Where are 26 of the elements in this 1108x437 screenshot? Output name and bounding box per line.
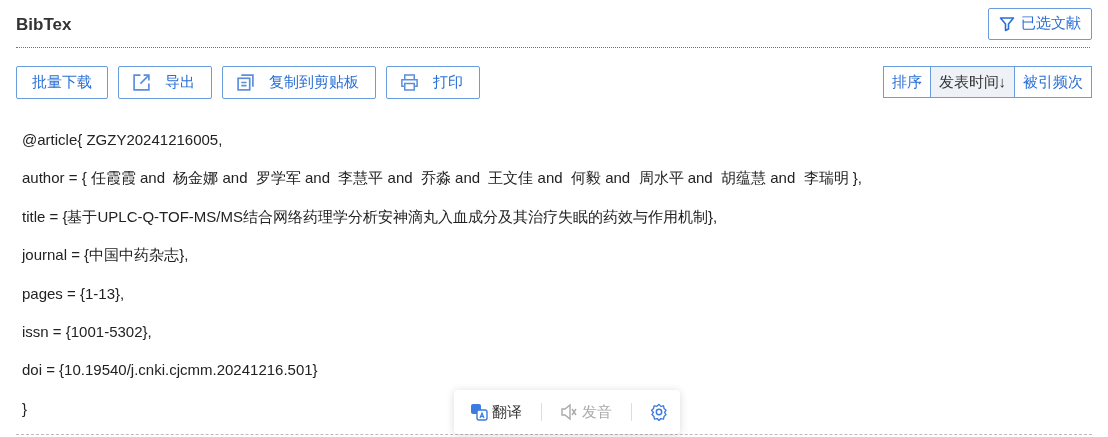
- settings-icon: [650, 403, 668, 421]
- bibtex-line: issn = {1001-5302},: [22, 321, 152, 342]
- settings-button[interactable]: [650, 403, 668, 421]
- action-button[interactable]: 批量下载: [16, 66, 108, 99]
- section-title: BibTex: [16, 14, 72, 35]
- action-button[interactable]: 导出: [118, 66, 212, 99]
- sort-label: 排序: [882, 66, 931, 98]
- translate-icon: [470, 403, 488, 421]
- copy-icon: [236, 73, 255, 92]
- bibtex-line: @article{ ZGZY20241216005,: [22, 130, 223, 150]
- bibtex-line: pages = {1-13},: [22, 283, 125, 304]
- filter-icon: [999, 15, 1015, 32]
- action-button[interactable]: 打印: [386, 66, 480, 99]
- bibtex-line: title = {基于UPLC-Q-TOF-MS/MS结合网络药理学分析安神滴丸入血成分及其治疗失眠的药效与作用机制},: [22, 206, 718, 227]
- sort-option[interactable]: 发表时间↓: [930, 66, 1015, 98]
- bibtex-line: }: [22, 398, 27, 419]
- export-icon: [132, 73, 151, 92]
- bibtex-line: doi = {10.19540/j.cnki.cjcmm.20241216.501}: [22, 360, 318, 381]
- selected-documents-button[interactable]: 已选文献: [988, 7, 1092, 40]
- translate-button[interactable]: 翻译: [470, 402, 522, 422]
- action-button[interactable]: 复制到剪贴板: [222, 66, 376, 99]
- sort-option[interactable]: 被引频次: [1015, 66, 1092, 98]
- speaker-muted-icon: [560, 403, 578, 421]
- printer-icon: [400, 73, 419, 92]
- bibtex-line: author = { 任霞霞 and 杨金娜 and 罗学军 and 李慧平 and 乔淼 and 王文佳 and 何毅 and 周水平 and 胡蕴慧 and 李瑞明 },: [22, 168, 862, 189]
- bibtex-line: journal = {中国中药杂志},: [22, 245, 189, 266]
